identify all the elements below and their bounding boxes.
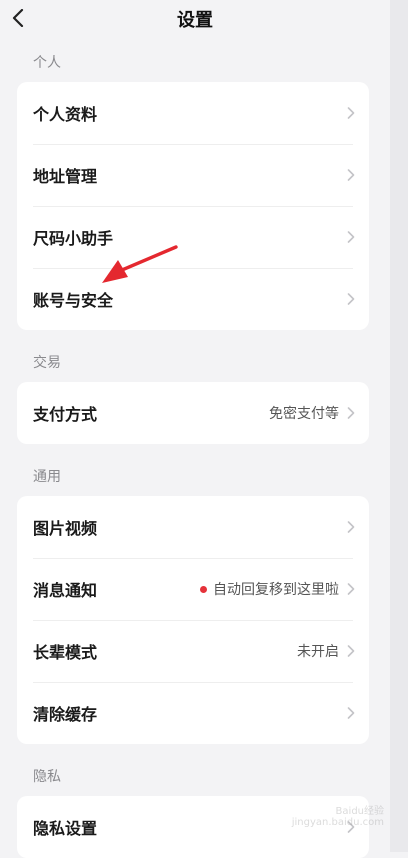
card-personal: 个人资料 地址管理 尺码小助手 账号与安全 xyxy=(17,82,369,330)
settings-item-value: 自动回复移到这里啦 xyxy=(213,582,339,598)
settings-item-account-security[interactable]: 账号与安全 xyxy=(17,268,369,330)
chevron-right-icon xyxy=(347,169,355,181)
settings-item-label: 隐私设置 xyxy=(33,819,98,838)
card-trade: 支付方式 免密支付等 xyxy=(17,382,369,444)
settings-item-address[interactable]: 地址管理 xyxy=(17,144,369,206)
settings-item-label: 清除缓存 xyxy=(33,705,98,724)
watermark: Baidu经验 jingyan.baidu.com xyxy=(292,802,384,828)
chevron-right-icon xyxy=(347,231,355,243)
settings-item-elder-mode[interactable]: 长辈模式 未开启 xyxy=(17,620,369,682)
top-bar: 设置 xyxy=(0,0,390,40)
unread-dot xyxy=(200,585,207,593)
settings-item-label: 个人资料 xyxy=(33,105,98,124)
settings-item-media[interactable]: 图片视频 xyxy=(17,496,369,558)
watermark-brand: Baidu经验 xyxy=(335,806,384,817)
settings-item-label: 消息通知 xyxy=(33,581,98,600)
settings-item-size-helper[interactable]: 尺码小助手 xyxy=(17,206,369,268)
settings-item-label: 账号与安全 xyxy=(33,291,114,310)
settings-screen: 设置 个人 个人资料 地址管理 尺码小助手 账号与安全 交易 支付方式 免密支付… xyxy=(0,0,390,858)
chevron-right-icon xyxy=(347,293,355,305)
settings-item-label: 地址管理 xyxy=(33,167,98,186)
section-label-general: 通用 xyxy=(33,469,61,485)
right-gutter xyxy=(390,0,408,852)
settings-item-label: 图片视频 xyxy=(33,519,98,538)
settings-item-payment[interactable]: 支付方式 免密支付等 xyxy=(17,382,369,444)
chevron-right-icon xyxy=(347,107,355,119)
section-label-trade: 交易 xyxy=(33,355,61,371)
settings-item-notifications[interactable]: 消息通知 自动回复移到这里啦 xyxy=(17,558,369,620)
settings-item-label: 支付方式 xyxy=(33,405,98,424)
section-label-privacy: 隐私 xyxy=(33,769,61,785)
settings-item-label: 尺码小助手 xyxy=(33,229,114,248)
chevron-right-icon xyxy=(347,407,355,419)
chevron-right-icon xyxy=(347,521,355,533)
card-general: 图片视频 消息通知 自动回复移到这里啦 长辈模式 未开启 清除缓存 xyxy=(17,496,369,744)
settings-item-value: 免密支付等 xyxy=(269,406,339,422)
chevron-right-icon xyxy=(347,583,355,595)
page-title: 设置 xyxy=(177,10,213,31)
chevron-right-icon xyxy=(347,707,355,719)
settings-item-profile[interactable]: 个人资料 xyxy=(17,82,369,144)
settings-item-value: 未开启 xyxy=(297,644,339,660)
section-label-personal: 个人 xyxy=(33,55,61,71)
chevron-right-icon xyxy=(347,645,355,657)
watermark-url: jingyan.baidu.com xyxy=(291,817,384,828)
settings-item-clear-cache[interactable]: 清除缓存 xyxy=(17,682,369,744)
settings-item-label: 长辈模式 xyxy=(33,643,98,662)
